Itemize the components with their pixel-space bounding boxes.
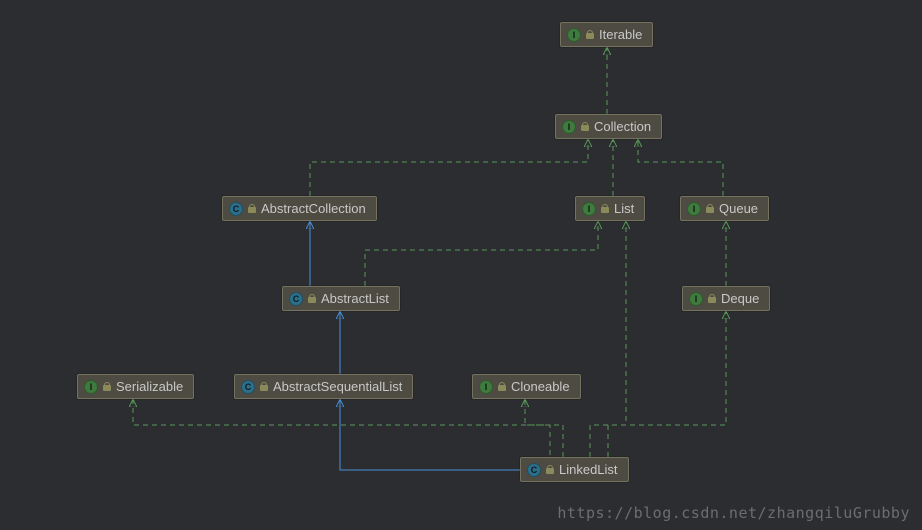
interface-icon: I <box>479 380 493 394</box>
edge-linkedlist-deque <box>608 312 726 457</box>
node-label: LinkedList <box>559 462 618 477</box>
node-label: Queue <box>719 201 758 216</box>
node-cloneable[interactable]: I Cloneable <box>472 374 581 399</box>
lock-icon <box>498 382 506 392</box>
node-label: Collection <box>594 119 651 134</box>
lock-icon <box>586 30 594 40</box>
edge-queue-collection <box>638 140 723 196</box>
node-serializable[interactable]: I Serializable <box>77 374 194 399</box>
node-abstractlist[interactable]: C AbstractList <box>282 286 400 311</box>
connector-layer <box>0 0 922 530</box>
node-queue[interactable]: I Queue <box>680 196 769 221</box>
node-list[interactable]: I List <box>575 196 645 221</box>
lock-icon <box>706 204 714 214</box>
class-icon: C <box>289 292 303 306</box>
lock-icon <box>308 294 316 304</box>
lock-icon <box>601 204 609 214</box>
edge-linkedlist-list <box>590 222 626 457</box>
lock-icon <box>708 294 716 304</box>
interface-icon: I <box>562 120 576 134</box>
node-iterable[interactable]: I Iterable <box>560 22 653 47</box>
node-collection[interactable]: I Collection <box>555 114 662 139</box>
interface-icon: I <box>687 202 701 216</box>
interface-icon: I <box>567 28 581 42</box>
interface-icon: I <box>84 380 98 394</box>
watermark-text: https://blog.csdn.net/zhangqiluGrubby <box>557 504 910 522</box>
interface-icon: I <box>689 292 703 306</box>
lock-icon <box>260 382 268 392</box>
lock-icon <box>103 382 111 392</box>
class-icon: C <box>241 380 255 394</box>
lock-icon <box>546 465 554 475</box>
node-label: Iterable <box>599 27 642 42</box>
node-label: AbstractList <box>321 291 389 306</box>
node-abstractsequentiallist[interactable]: C AbstractSequentialList <box>234 374 413 399</box>
edge-linkedlist-cloneable <box>525 400 563 457</box>
node-label: AbstractSequentialList <box>273 379 402 394</box>
node-linkedlist[interactable]: C LinkedList <box>520 457 629 482</box>
lock-icon <box>248 204 256 214</box>
edge-abstractcoll-collection <box>310 140 588 196</box>
edge-abstractlist-list <box>365 222 598 286</box>
class-icon: C <box>229 202 243 216</box>
node-deque[interactable]: I Deque <box>682 286 770 311</box>
edge-linkedlist-abstractseq <box>340 400 537 470</box>
node-label: List <box>614 201 634 216</box>
lock-icon <box>581 122 589 132</box>
node-label: AbstractCollection <box>261 201 366 216</box>
node-abstractcollection[interactable]: C AbstractCollection <box>222 196 377 221</box>
edge-linkedlist-serializable <box>133 400 550 482</box>
class-icon: C <box>527 463 541 477</box>
node-label: Deque <box>721 291 759 306</box>
node-label: Serializable <box>116 379 183 394</box>
interface-icon: I <box>582 202 596 216</box>
node-label: Cloneable <box>511 379 570 394</box>
